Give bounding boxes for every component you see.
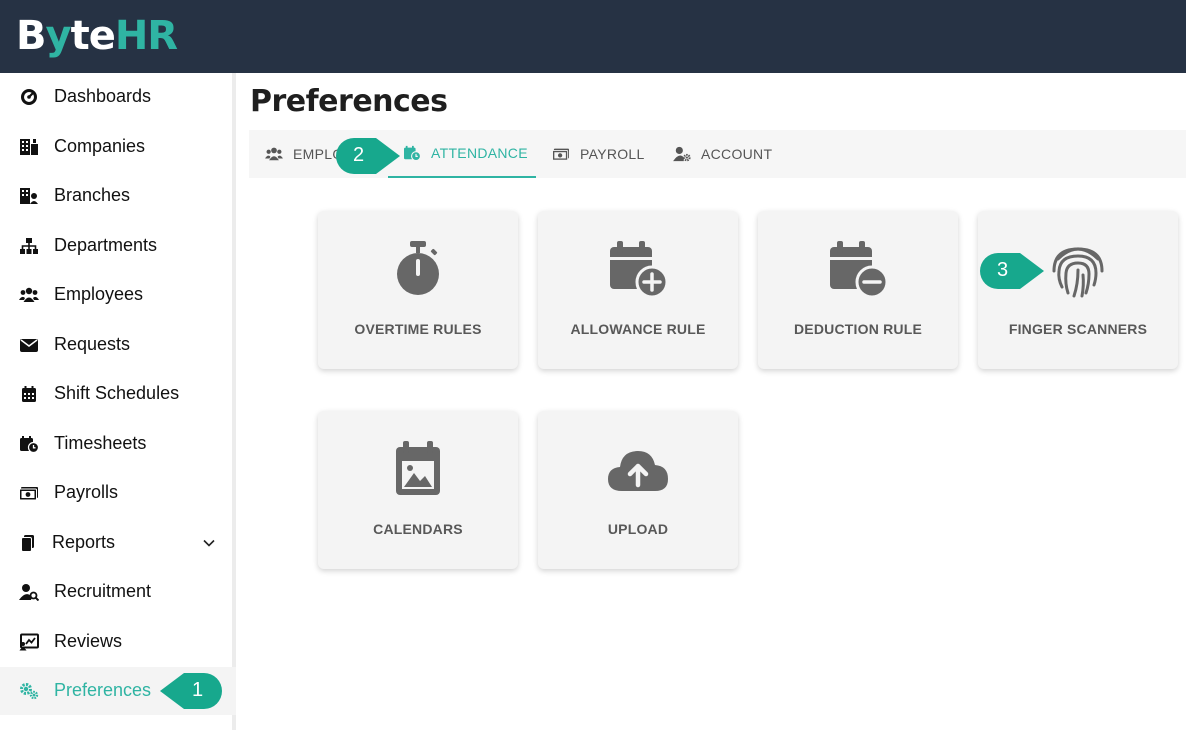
tab-label: ACCOUNT xyxy=(701,146,773,162)
callout-marker-2: 2 xyxy=(334,136,400,176)
sidebar-item-label: Reports xyxy=(52,532,116,552)
sidebar-item-label: Recruitment xyxy=(54,581,152,601)
envelope-icon xyxy=(20,339,38,352)
calendar-clock-icon xyxy=(404,145,421,161)
card-label: ALLOWANCE RULE xyxy=(570,321,706,337)
card-label: OVERTIME RULES xyxy=(354,321,482,337)
sitemap-icon xyxy=(20,238,38,254)
sidebar-item-label: Payrolls xyxy=(54,482,119,502)
chart-board-icon xyxy=(19,633,39,651)
tab-account[interactable]: ACCOUNT xyxy=(673,130,772,178)
user-search-icon xyxy=(19,584,39,601)
sidebar-item-label: Companies xyxy=(54,136,146,156)
card-upload[interactable]: UPLOAD xyxy=(538,411,738,569)
callout-2-shape xyxy=(336,138,400,174)
sidebar-item-shift-schedules[interactable]: Shift Schedules xyxy=(0,370,236,418)
sidebar-item-employees[interactable]: Employees xyxy=(0,271,236,319)
callout-number: 2 xyxy=(353,144,365,166)
card-deduction-rule[interactable]: DEDUCTION RULE xyxy=(758,211,958,369)
fingerprint-icon xyxy=(1052,247,1104,298)
callout-number: 1 xyxy=(192,679,204,701)
sidebar-item-reviews[interactable]: Reviews xyxy=(0,618,236,666)
top-bar: By te HR xyxy=(0,0,1186,73)
sidebar-item-label: Employees xyxy=(54,284,144,304)
sidebar-item-reports[interactable]: Reports xyxy=(0,519,236,567)
card-allowance-rule[interactable]: ALLOWANCE RULE xyxy=(538,211,738,369)
sidebar-item-departments[interactable]: Departments xyxy=(0,222,236,270)
logo-part-b: B xyxy=(16,13,46,59)
branch-building-icon xyxy=(20,188,38,204)
users-icon xyxy=(265,147,283,161)
logo-part-te: te xyxy=(70,13,116,59)
sidebar-item-timesheets[interactable]: Timesheets xyxy=(0,420,236,468)
cloud-upload-icon xyxy=(608,451,668,491)
calendar-image-icon xyxy=(396,441,440,495)
chevron-down-icon[interactable] xyxy=(202,536,216,550)
card-calendars[interactable]: CALENDARS xyxy=(318,411,518,569)
tab-label: PAYROLL xyxy=(580,146,645,162)
bytehr-logo[interactable]: By te HR xyxy=(16,12,178,60)
money-icon xyxy=(19,487,38,501)
stopwatch-icon xyxy=(397,241,439,295)
card-label: CALENDARS xyxy=(373,521,463,537)
sidebar-item-label: Dashboards xyxy=(54,86,152,106)
card-label: FINGER SCANNERS xyxy=(1008,321,1148,337)
sidebar-item-label: Preferences xyxy=(54,680,152,700)
users-icon xyxy=(19,287,39,302)
callout-marker-1: 1 xyxy=(160,671,224,711)
sidebar-item-label: Timesheets xyxy=(54,433,147,453)
file-icon xyxy=(21,535,34,552)
sidebar-item-label: Requests xyxy=(54,334,131,354)
sidebar-item-payrolls[interactable]: Payrolls xyxy=(0,469,236,517)
user-gear-icon xyxy=(673,146,691,162)
card-label: UPLOAD xyxy=(607,521,669,537)
card-overtime-rules[interactable]: OVERTIME RULES xyxy=(318,211,518,369)
calendar-minus-icon xyxy=(830,241,888,299)
building-icon xyxy=(20,139,38,155)
sidebar-item-branches[interactable]: Branches xyxy=(0,172,236,220)
callout-number: 3 xyxy=(997,259,1009,281)
sidebar-item-label: Branches xyxy=(54,185,131,205)
page-title: Preferences xyxy=(250,84,448,119)
sidebar-item-companies[interactable]: Companies xyxy=(0,123,236,171)
sidebar-item-label: Departments xyxy=(54,235,158,255)
callout-3-shape xyxy=(980,253,1044,289)
sidebar-item-recruitment[interactable]: Recruitment xyxy=(0,568,236,616)
sidebar: Dashboards Companies Branches Department… xyxy=(0,73,236,730)
logo-part-y: y xyxy=(45,13,72,59)
gauge-icon xyxy=(21,89,37,105)
tab-payroll[interactable]: PAYROLL xyxy=(552,130,645,178)
sidebar-item-label: Shift Schedules xyxy=(54,383,180,403)
card-label: DEDUCTION RULE xyxy=(793,321,923,337)
callout-marker-3: 3 xyxy=(978,251,1044,291)
logo-part-hr: HR xyxy=(114,13,178,59)
gears-icon xyxy=(20,683,39,700)
tab-employees[interactable]: EMPLO xyxy=(265,130,344,178)
sidebar-item-dashboards[interactable]: Dashboards xyxy=(0,73,236,121)
calendar-plus-icon xyxy=(610,241,668,299)
tab-attendance[interactable]: ATTENDANCE xyxy=(388,130,536,178)
sidebar-item-label: Reviews xyxy=(54,631,123,651)
calendar-clock-icon xyxy=(20,436,39,453)
tab-label: ATTENDANCE xyxy=(431,145,528,161)
calendar-icon xyxy=(22,386,36,402)
sidebar-item-requests[interactable]: Requests xyxy=(0,321,236,369)
money-icon xyxy=(552,148,569,161)
